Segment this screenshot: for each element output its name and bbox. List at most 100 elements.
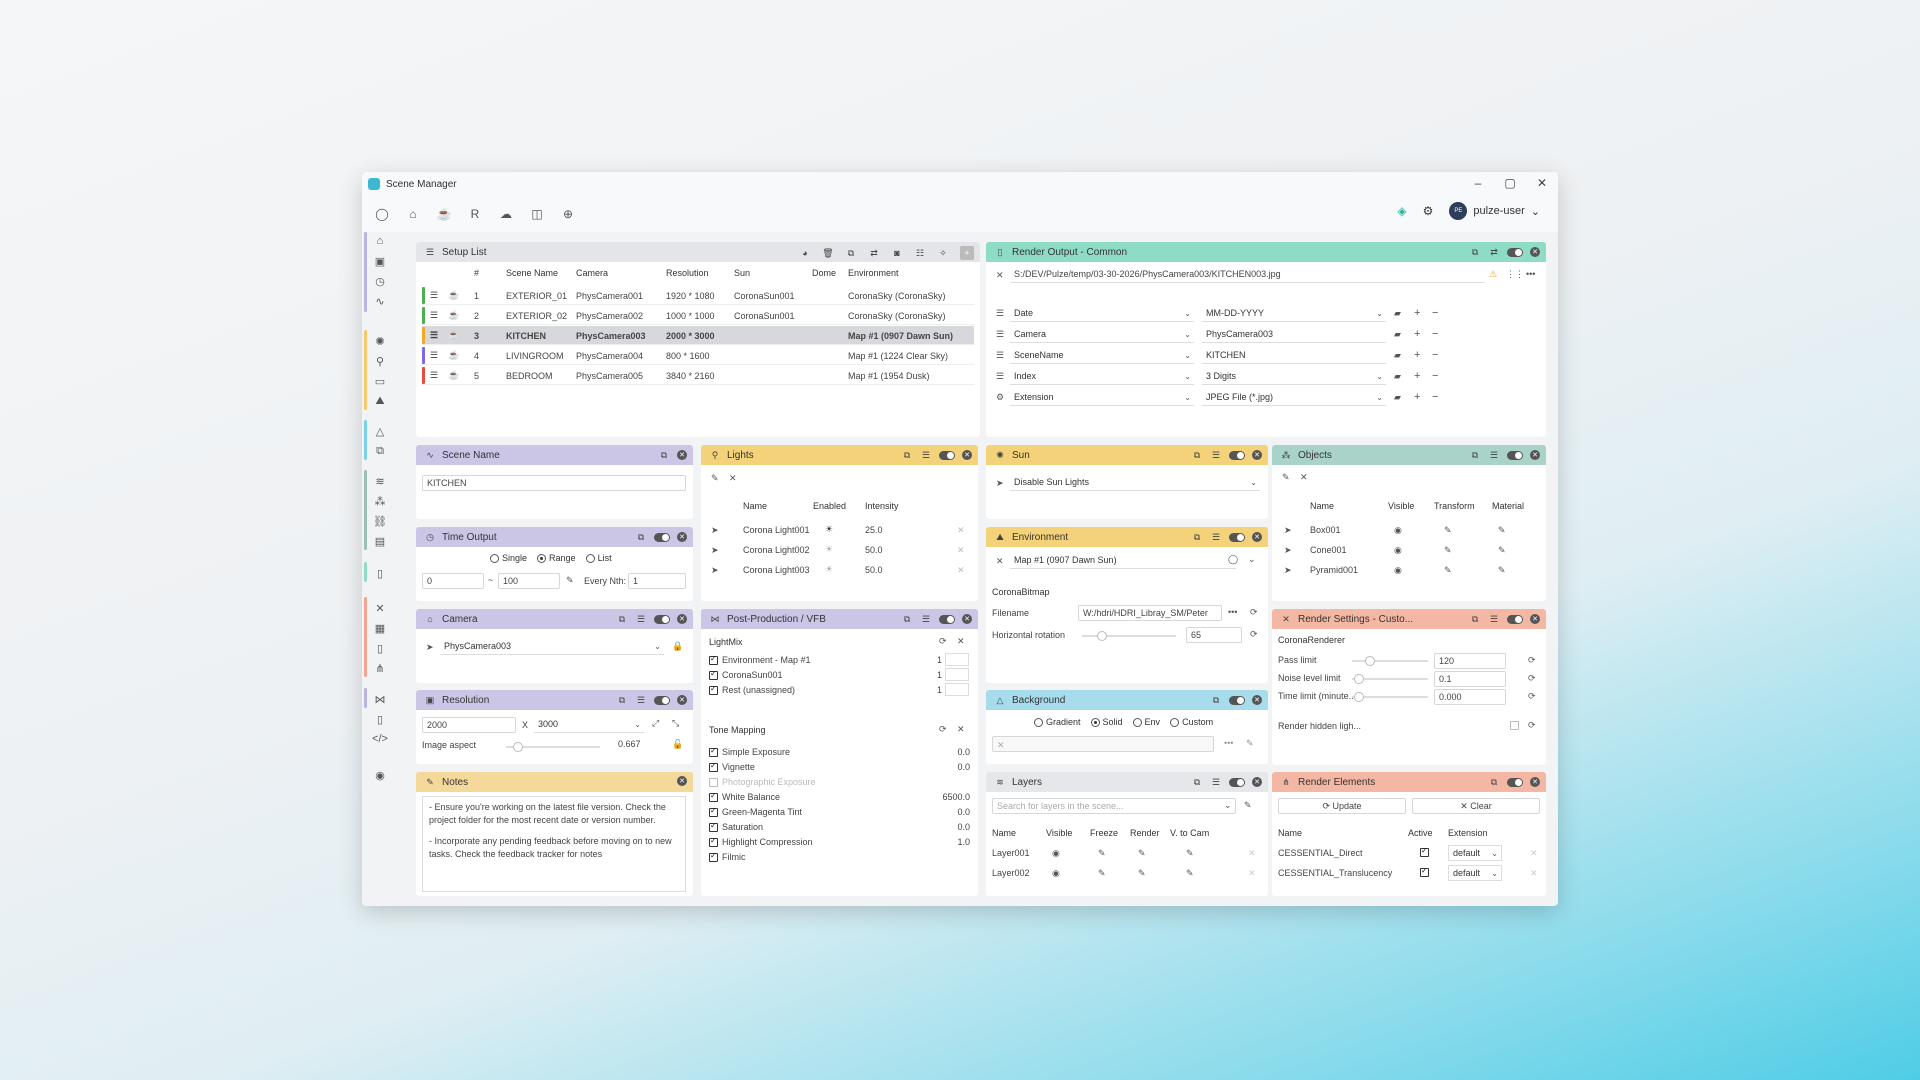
collapse-icon[interactable]: ⤡: [672, 718, 679, 729]
light-nav-icon[interactable]: ⚲: [366, 352, 394, 370]
remove-icon[interactable]: −: [1432, 307, 1438, 319]
camera-select[interactable]: PhysCamera003 ⌄: [440, 639, 664, 655]
menu-icon[interactable]: ☰: [1210, 449, 1222, 461]
drag-handle-icon[interactable]: ☰: [430, 310, 438, 321]
checklist-icon[interactable]: ☷: [914, 247, 926, 259]
token-value-select[interactable]: 3 Digits ⌄: [1202, 369, 1386, 385]
gear-icon[interactable]: ⚙: [1423, 204, 1434, 218]
teapot-icon[interactable]: ☕: [436, 206, 452, 222]
pick-icon[interactable]: ➤: [711, 565, 719, 576]
drag-handle-icon[interactable]: ☰: [996, 308, 1004, 319]
close-icon[interactable]: ✕: [1530, 450, 1540, 460]
network-nav-icon[interactable]: ⋈: [366, 690, 394, 708]
setup-row[interactable]: ☰ ☕ 2 EXTERIOR_02 PhysCamera002 1000 * 1…: [422, 306, 974, 325]
close-icon[interactable]: ✕: [1530, 777, 1540, 787]
remove-icon[interactable]: ✕: [957, 525, 965, 536]
scene-name-input[interactable]: KITCHEN: [422, 475, 686, 491]
element-active-checkbox[interactable]: [1420, 866, 1429, 877]
expand-icon[interactable]: ⤢: [652, 718, 659, 729]
setting-input[interactable]: 0.1: [1434, 671, 1506, 687]
update-button[interactable]: ⟳ Update: [1278, 798, 1406, 814]
drag-handle-icon[interactable]: ☰: [996, 371, 1004, 382]
tone-item[interactable]: Filmic: [709, 851, 746, 863]
copy-icon[interactable]: ⧉: [1488, 776, 1500, 788]
filename-input[interactable]: W:/hdri/HDRI_Libray_SM/Peter: [1078, 605, 1222, 621]
token-key-select[interactable]: Date ⌄: [1010, 306, 1194, 322]
globe-icon[interactable]: ⊕: [560, 206, 576, 222]
sun-select[interactable]: Disable Sun Lights ⌄: [1010, 475, 1260, 491]
toggle-switch[interactable]: [654, 614, 670, 624]
setting-slider[interactable]: [1352, 674, 1428, 684]
light-intensity[interactable]: 25.0: [865, 525, 883, 535]
background-map-field[interactable]: ✕: [992, 736, 1214, 752]
lightmix-color-swatch[interactable]: [945, 683, 969, 696]
close-icon[interactable]: ✕: [1252, 695, 1262, 705]
pencil-icon[interactable]: ✎: [711, 473, 719, 484]
toggle-switch[interactable]: [1507, 450, 1523, 460]
layers-nav-icon[interactable]: ≋: [366, 472, 394, 490]
refresh-icon[interactable]: ⟳: [939, 636, 947, 647]
menu-icon[interactable]: ☰: [1488, 449, 1500, 461]
image-nav-icon[interactable]: ▣: [366, 252, 394, 270]
copy-icon[interactable]: ⧉: [616, 694, 628, 706]
close-section-icon[interactable]: ✕: [957, 724, 965, 735]
remove-icon[interactable]: ✕: [1530, 848, 1538, 859]
refresh-icon[interactable]: ⟳: [939, 724, 947, 735]
chevron-down-icon[interactable]: ⌄: [1248, 554, 1256, 565]
token-key-select[interactable]: Extension ⌄: [1010, 390, 1194, 406]
height-select[interactable]: 3000 ⌄: [534, 717, 644, 733]
rotation-input[interactable]: 65: [1186, 627, 1242, 643]
chevron-down-icon[interactable]: ⌄: [1224, 800, 1232, 811]
drag-handle-icon[interactable]: ⚙: [996, 392, 1004, 403]
camera-nav-icon[interactable]: ⌂: [366, 232, 394, 250]
pick-icon[interactable]: ➤: [996, 478, 1004, 489]
eye-icon[interactable]: ◉: [1394, 565, 1402, 576]
drag-handle-icon[interactable]: ☰: [430, 350, 438, 361]
aspect-slider[interactable]: [506, 742, 600, 752]
lightmix-color-swatch[interactable]: [945, 653, 969, 666]
cloud-icon[interactable]: ☁: [498, 206, 514, 222]
tone-item[interactable]: Simple Exposure: [709, 746, 790, 758]
lightmix-item[interactable]: Rest (unassigned): [709, 684, 795, 696]
copy-icon[interactable]: ⧉: [1191, 776, 1203, 788]
more-icon[interactable]: •••: [1526, 269, 1535, 279]
remove-icon[interactable]: ✕: [1248, 848, 1256, 859]
eye-nav-icon[interactable]: ◉: [366, 766, 394, 784]
light-intensity[interactable]: 50.0: [865, 565, 883, 575]
camera-icon[interactable]: ⌂: [405, 206, 421, 222]
close-icon[interactable]: ✕: [1252, 532, 1262, 542]
slider-knob[interactable]: [1354, 674, 1364, 684]
folder-icon[interactable]: ▰: [1394, 392, 1401, 403]
eye-icon[interactable]: ◉: [1394, 545, 1402, 556]
close-icon[interactable]: ✕: [677, 776, 687, 786]
setting-input[interactable]: 0.000: [1434, 689, 1506, 705]
code-nav-icon[interactable]: </>: [366, 730, 394, 748]
eye-icon[interactable]: ◉: [1394, 525, 1402, 536]
pick-icon[interactable]: ➤: [711, 525, 719, 536]
token-value-select[interactable]: JPEG File (*.jpg) ⌄: [1202, 390, 1386, 406]
gradient-radio[interactable]: Gradient: [1034, 717, 1081, 728]
tree-icon[interactable]: ⋮⋮: [1506, 269, 1524, 280]
drag-handle-icon[interactable]: ☰: [430, 330, 438, 341]
remove-icon[interactable]: −: [1432, 370, 1438, 382]
pencil-icon[interactable]: ✎: [1244, 800, 1252, 811]
layers-search-input[interactable]: Search for layers in the scene...: [992, 798, 1236, 814]
minimize-icon[interactable]: –: [1468, 176, 1488, 190]
rect-nav-icon[interactable]: ▭: [366, 372, 394, 390]
close-icon[interactable]: ✕: [1532, 176, 1552, 190]
menu-icon[interactable]: ☰: [1210, 776, 1222, 788]
palette-icon[interactable]: ◕: [799, 247, 811, 259]
pencil-icon[interactable]: ✎: [566, 575, 574, 586]
trash-icon[interactable]: 🗑: [822, 247, 834, 259]
bulb-icon[interactable]: ☀: [825, 544, 833, 555]
custom-radio[interactable]: Custom: [1170, 717, 1213, 728]
tone-item[interactable]: Saturation: [709, 821, 763, 833]
solid-radio[interactable]: Solid: [1090, 717, 1123, 728]
pick-icon[interactable]: ➤: [711, 545, 719, 556]
drag-handle-icon[interactable]: ☰: [996, 350, 1004, 361]
more-icon[interactable]: •••: [1224, 738, 1233, 748]
objects-nav-icon[interactable]: ⁂: [366, 492, 394, 510]
setup-row[interactable]: ☰ ☕ 1 EXTERIOR_01 PhysCamera001 1920 * 1…: [422, 286, 974, 305]
env-radio[interactable]: Env: [1132, 717, 1160, 728]
environment-nav-icon[interactable]: ⛰: [366, 392, 394, 410]
